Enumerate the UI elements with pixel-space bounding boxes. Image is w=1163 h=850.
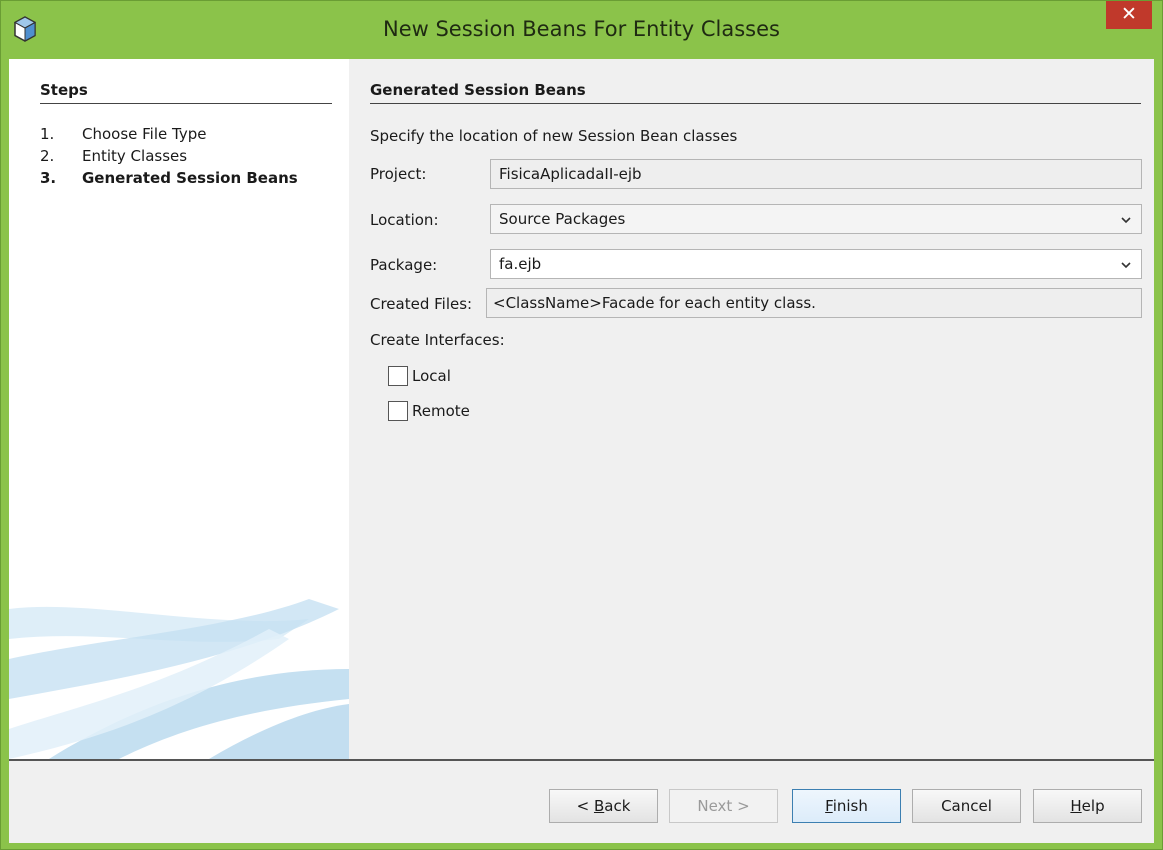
help-button[interactable]: Help	[1033, 789, 1142, 823]
cancel-button[interactable]: Cancel	[912, 789, 1021, 823]
package-label: Package:	[370, 256, 438, 274]
package-combobox[interactable]: fa.ejb	[490, 249, 1142, 279]
package-value: fa.ejb	[499, 255, 542, 273]
create-interfaces-label: Create Interfaces:	[370, 331, 505, 349]
finish-rest: inish	[832, 797, 868, 815]
netbeans-swoosh-decoration	[9, 599, 349, 759]
window-title: New Session Beans For Entity Classes	[383, 17, 780, 41]
created-files-label: Created Files:	[370, 295, 473, 313]
description-text: Specify the location of new Session Bean…	[370, 127, 738, 145]
step-label: Choose File Type	[82, 125, 207, 143]
finish-button[interactable]: Finish	[792, 789, 901, 823]
help-rest: elp	[1081, 797, 1105, 815]
step-label: Generated Session Beans	[82, 169, 298, 187]
remote-checkbox-row[interactable]: Remote	[388, 401, 470, 421]
back-rest: ack	[604, 797, 631, 815]
dialog-window: New Session Beans For Entity Classes ✕ S…	[0, 0, 1163, 850]
close-button[interactable]: ✕	[1106, 1, 1152, 29]
project-field: FisicaAplicadaII-ejb	[490, 159, 1142, 189]
local-checkbox-row[interactable]: Local	[388, 366, 451, 386]
project-label: Project:	[370, 165, 427, 183]
back-button[interactable]: < Back	[549, 789, 658, 823]
section-heading: Generated Session Beans	[370, 81, 1141, 104]
step-item: 2. Entity Classes	[40, 145, 298, 167]
remote-checkbox-label: Remote	[412, 402, 470, 420]
remote-checkbox[interactable]	[388, 401, 408, 421]
step-item: 1. Choose File Type	[40, 123, 298, 145]
steps-panel: Steps 1. Choose File Type 2. Entity Clas…	[9, 59, 349, 759]
next-button[interactable]: Next >	[669, 789, 778, 823]
main-form-panel: Generated Session Beans Specify the loca…	[349, 59, 1154, 759]
back-mnemonic: B	[593, 797, 605, 815]
button-bar: < Back Next > Finish Cancel Help	[9, 761, 1154, 843]
location-label: Location:	[370, 211, 439, 229]
step-label: Entity Classes	[82, 147, 188, 165]
chevron-down-icon[interactable]	[1119, 258, 1133, 272]
title-bar[interactable]: New Session Beans For Entity Classes ✕	[1, 1, 1162, 59]
local-checkbox[interactable]	[388, 366, 408, 386]
help-mnemonic: H	[1070, 797, 1082, 815]
location-value: Source Packages	[499, 210, 626, 228]
chevron-down-icon	[1121, 217, 1131, 224]
step-number: 2.	[40, 147, 55, 165]
steps-heading: Steps	[40, 81, 332, 104]
step-number: 3.	[40, 169, 57, 187]
created-files-field: <ClassName>Facade for each entity class.	[486, 288, 1142, 318]
step-item-current: 3. Generated Session Beans	[40, 167, 298, 189]
dialog-body: Steps 1. Choose File Type 2. Entity Clas…	[9, 59, 1154, 843]
location-dropdown[interactable]: Source Packages	[490, 204, 1142, 234]
step-list: 1. Choose File Type 2. Entity Classes 3.…	[40, 123, 298, 189]
step-number: 1.	[40, 125, 55, 143]
back-prefix: <	[576, 797, 594, 815]
local-checkbox-label: Local	[412, 367, 451, 385]
finish-mnemonic: F	[825, 797, 833, 815]
